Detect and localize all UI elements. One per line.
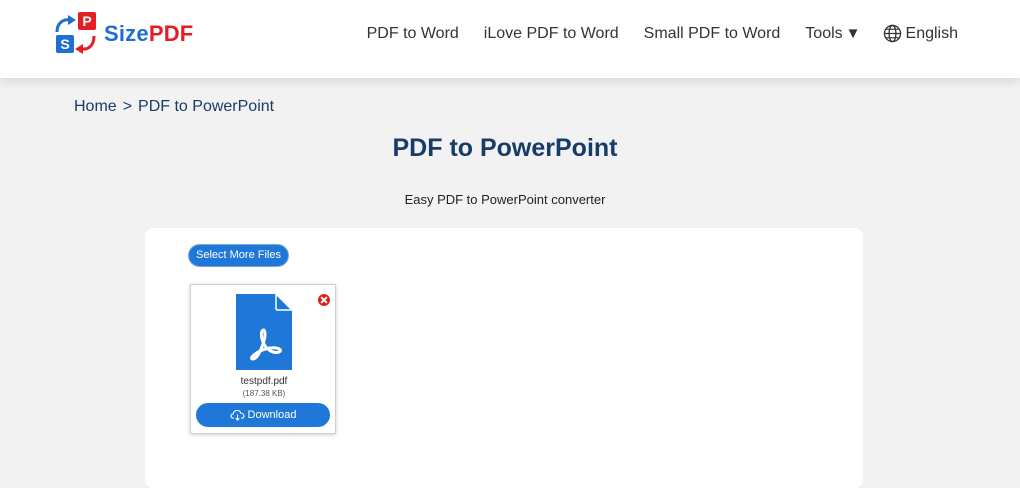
breadcrumb: Home > PDF to PowerPoint	[74, 98, 274, 116]
logo-letter-p: P	[82, 13, 91, 29]
page-subtitle: Easy PDF to PowerPoint converter	[404, 192, 606, 207]
language-selector[interactable]: English	[883, 24, 958, 43]
file-size: (187.38 KB)	[242, 389, 286, 398]
language-label: English	[905, 24, 958, 42]
file-name: testpdf.pdf	[240, 376, 288, 387]
main-nav: PDF to Word iLove PDF to Word Small PDF …	[342, 24, 958, 43]
logo-text-pdf: PDF	[148, 21, 194, 46]
caret-down-icon: ▼	[845, 25, 861, 42]
breadcrumb-home[interactable]: Home	[74, 98, 117, 115]
nav-small-pdf-to-word[interactable]: Small PDF to Word	[644, 25, 781, 43]
logo[interactable]: P S SizePDF	[54, 12, 193, 56]
breadcrumb-current: PDF to PowerPoint	[138, 98, 275, 115]
pdf-file-icon	[234, 292, 294, 372]
file-card: testpdf.pdf (187.38 KB) Download	[190, 284, 336, 434]
nav-tools-dropdown[interactable]: Tools ▼	[805, 25, 860, 43]
site-header: P S SizePDF PDF to Word iLove PDF to Wor…	[0, 0, 1020, 78]
nav-ilove-pdf-to-word[interactable]: iLove PDF to Word	[484, 25, 619, 43]
cloud-download-icon	[230, 409, 245, 421]
nav-pdf-to-word[interactable]: PDF to Word	[367, 25, 459, 43]
upload-panel: Select More Files testpdf.pdf (187.38 KB…	[145, 228, 863, 488]
download-label: Download	[247, 409, 297, 421]
select-more-files-button[interactable]: Select More Files	[188, 244, 289, 267]
page-title: PDF to PowerPoint	[392, 134, 618, 162]
logo-text: SizePDF	[104, 21, 193, 47]
globe-icon	[883, 24, 901, 43]
logo-icon: P S	[54, 12, 100, 56]
logo-text-size: Size	[104, 21, 149, 46]
logo-letter-s: S	[60, 36, 69, 52]
breadcrumb-separator: >	[122, 98, 133, 115]
remove-file-close-icon[interactable]	[318, 294, 330, 306]
download-button[interactable]: Download	[196, 403, 330, 427]
nav-tools-label: Tools	[805, 24, 843, 42]
